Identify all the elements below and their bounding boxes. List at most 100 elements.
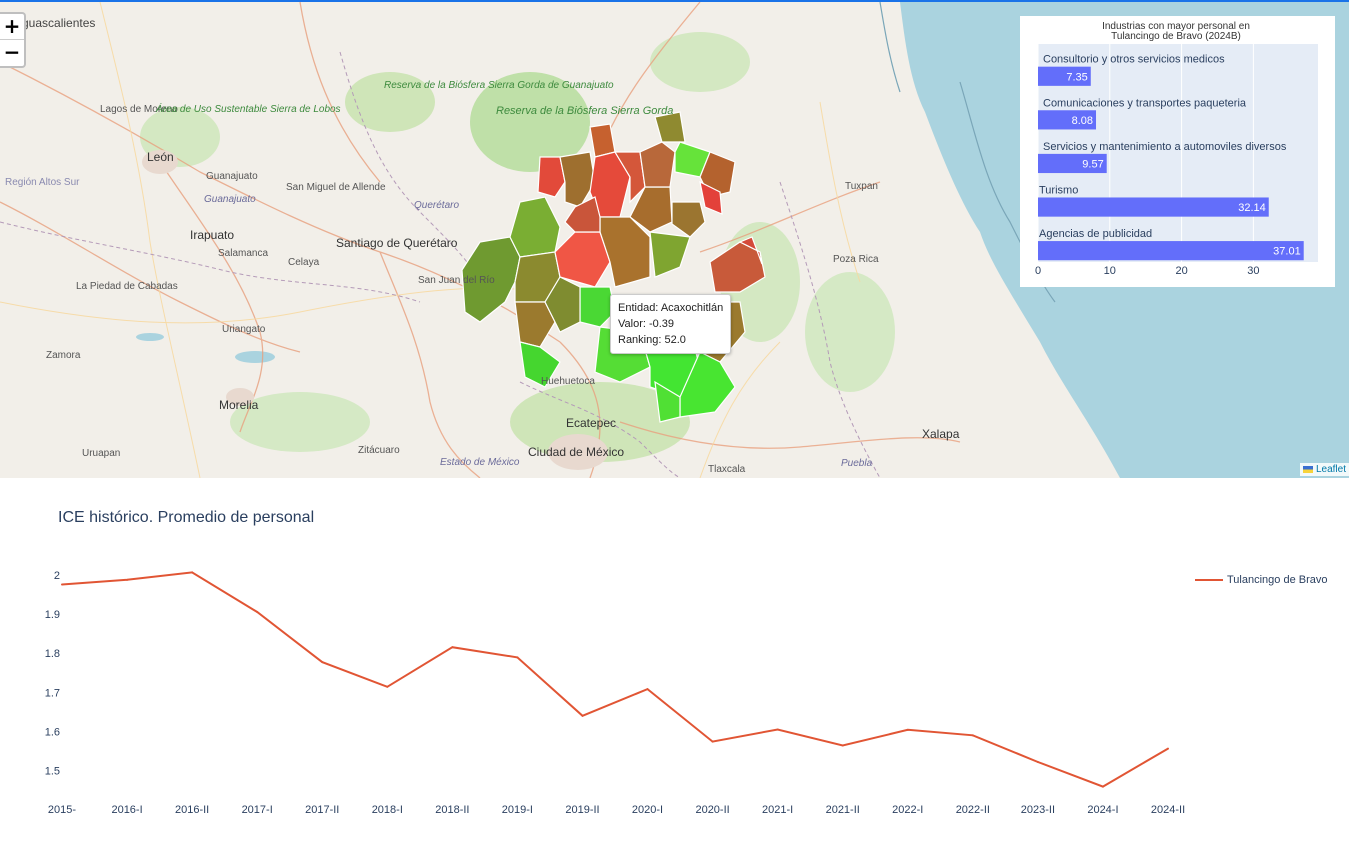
industry-bar-chart-panel: Industrias con mayor personal en Tulanci… [1020,16,1335,287]
line-data-point[interactable] [1036,760,1039,763]
place-label: San Miguel de Allende [286,182,386,193]
line-x-tick-label: 2017-I [242,804,273,816]
place-label: Región Altos Sur [5,177,80,188]
map-attribution[interactable]: Leaflet [1299,463,1349,476]
zoom-in-button[interactable]: + [0,14,24,40]
place-label: Zitácuaro [358,445,400,456]
bar-category-label: Consultorio y otros servicios medicos [1043,54,1225,66]
bar-category-label: Servicios y mantenimiento a automoviles … [1043,141,1287,153]
place-label: Poza Rica [833,254,879,265]
place-label: Tuxpan [845,181,878,192]
line-x-tick-label: 2018-I [372,804,403,816]
map-tooltip: Entidad: Acaxochitlán Valor: -0.39 Ranki… [610,294,732,354]
line-x-tick-label: 2018-II [435,804,469,816]
bar-category-label: Turismo [1039,184,1078,196]
line-x-tick-label: 2024-I [1087,804,1118,816]
tooltip-ranking: Ranking: 52.0 [618,334,686,346]
place-label: Xalapa [922,427,960,441]
line-x-tick-label: 2015- [48,804,76,816]
legend-swatch [1195,579,1223,582]
tooltip-entity: Entidad: Acaxochitlán [618,302,724,314]
place-label: Celaya [288,257,320,268]
line-x-tick-label: 2022-II [956,804,990,816]
line-data-point[interactable] [646,688,649,691]
line-x-tick-label: 2017-II [305,804,339,816]
place-label: Guanajuato [204,194,256,205]
place-label: León [147,150,174,164]
line-data-point[interactable] [61,583,63,586]
line-y-tick-label: 1.6 [45,726,60,738]
place-label: Huehuetoca [541,376,595,387]
place-label: Ecatepec [566,416,617,430]
place-label: Uriangato [222,324,266,335]
line-data-point[interactable] [1167,747,1169,750]
line-data-point[interactable] [776,728,779,731]
place-label: Puebla [841,458,873,469]
line-x-tick-label: 2020-II [695,804,729,816]
bar-x-tick-label: 20 [1175,265,1187,277]
line-y-tick-label: 2 [54,570,60,582]
place-label: guascalientes [22,16,96,30]
place-label: Querétaro [414,200,460,211]
line-data-point[interactable] [516,656,519,659]
place-label: Zamora [46,350,81,361]
line-y-tick-label: 1.9 [45,609,60,621]
line-x-tick-label: 2016-I [111,804,142,816]
line-data-point[interactable] [1101,785,1104,788]
bar-chart: 0 10 20 30 Consultorio y otros servicios med… [1035,44,1318,277]
line-y-tick-label: 1.8 [45,648,60,660]
bar-x-tick-label: 30 [1247,265,1259,277]
place-label: Área de Uso Sustentable Sierra de Lobos [156,104,341,115]
line-x-tick-label: 2021-II [826,804,860,816]
map-view[interactable]: guascalientes Lagos de Moreno León Regió… [0,2,1349,478]
place-label: Santiago de Querétaro [336,236,458,250]
place-label: San Juan del Río [418,275,495,286]
line-x-tick-label: 2023-II [1021,804,1055,816]
line-x-tick-label: 2022-I [892,804,923,816]
bar-value-label: 32.14 [1238,202,1266,214]
line-data-point[interactable] [321,661,324,664]
line-x-tick-label: 2019-I [502,804,533,816]
legend-label: Tulancingo de Bravo [1227,574,1328,586]
place-label: Irapuato [190,228,235,242]
line-x-tick-label: 2021-I [762,804,793,816]
place-label: Guanajuato [206,171,258,182]
line-data-point[interactable] [451,646,454,649]
historical-line-chart-section: ICE histórico. Promedio de personal 1.5 1… [0,478,1349,857]
attribution-link[interactable]: Leaflet [1316,464,1346,475]
line-data-point[interactable] [971,734,974,737]
line-x-tick-label: 2019-II [565,804,599,816]
bar[interactable] [1038,197,1269,217]
bar-value-label: 7.35 [1066,71,1087,83]
line-data-point[interactable] [386,685,389,688]
bar-x-tick-label: 0 [1035,265,1041,277]
place-label: Ciudad de México [528,445,625,459]
line-data-point[interactable] [256,610,259,613]
line-x-tick-label: 2024-II [1151,804,1185,816]
bar-value-label: 9.57 [1082,158,1103,170]
line-chart-legend[interactable]: Tulancingo de Bravo [1195,574,1328,586]
line-y-tick-label: 1.7 [45,687,60,699]
line-data-point[interactable] [906,728,909,731]
bar[interactable] [1038,241,1304,261]
place-label: La Piedad de Cabadas [76,281,178,292]
ukraine-flag-icon [1302,465,1313,473]
line-data-point[interactable] [191,571,194,574]
line-x-tick-label: 2016-II [175,804,209,816]
zoom-control: + − [0,12,26,68]
line-data-point[interactable] [841,744,844,747]
bar-x-tick-label: 10 [1104,265,1116,277]
line-chart: 1.5 1.6 1.7 1.8 1.9 2 2015- 2016-I 2016-II 2017-I… [45,570,1185,816]
line-data-point[interactable] [711,740,714,743]
bar-category-label: Comunicaciones y transportes paqueteria [1043,97,1247,109]
place-label: Estado de México [440,457,520,468]
zoom-out-button[interactable]: − [0,40,24,66]
tooltip-value: Valor: -0.39 [618,318,675,330]
line-data-point[interactable] [126,578,129,581]
series-line-tulancingo[interactable] [61,571,1169,788]
bar-category-label: Agencias de publicidad [1039,228,1152,240]
line-data-point[interactable] [581,714,584,717]
place-label: Reserva de la Biósfera Sierra Gorda de G… [384,80,614,91]
bar-value-label: 37.01 [1273,246,1301,258]
place-label: Salamanca [218,248,269,259]
